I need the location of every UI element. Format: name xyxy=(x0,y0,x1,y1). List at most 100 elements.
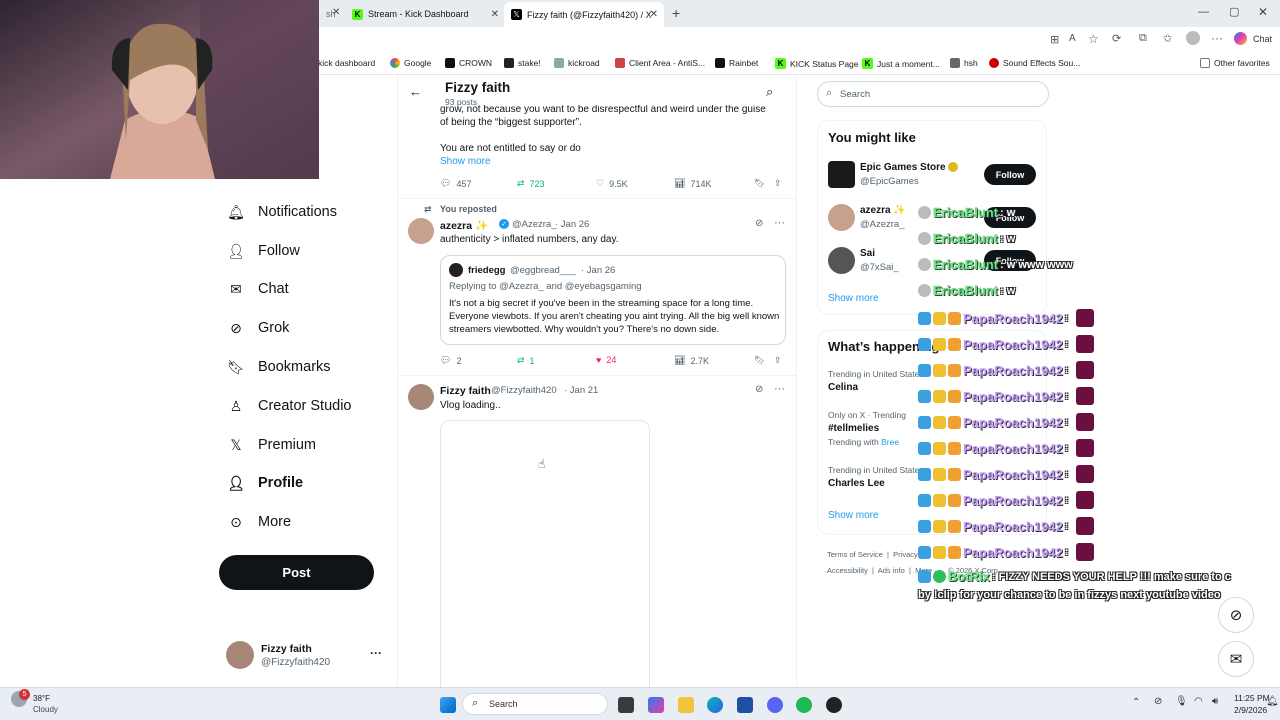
tweet-author-handle[interactable]: @Fizzyfaith420 xyxy=(491,385,557,396)
grok-icon[interactable]: ⊘ xyxy=(755,384,763,395)
show-more-link[interactable]: Show more xyxy=(828,510,879,521)
tweet-author-name[interactable]: Fizzy faith xyxy=(440,385,491,397)
bookmark-item[interactable]: hsh xyxy=(950,58,978,68)
footer-link[interactable]: Accessibility xyxy=(827,566,868,575)
show-more-link[interactable]: Show more xyxy=(828,293,879,304)
nav-creator-studio[interactable]: ♙ Creator Studio xyxy=(228,398,352,415)
spotify-icon[interactable] xyxy=(796,697,812,713)
minimize-button[interactable]: — xyxy=(1198,6,1209,18)
footer-link[interactable]: Privacy xyxy=(893,550,918,559)
bookmark-item[interactable]: Sound Effects Sou... xyxy=(989,58,1080,68)
windows-start-icon[interactable] xyxy=(440,697,456,713)
trend-item[interactable]: Trending in United States Celina xyxy=(828,369,924,393)
read-aloud-icon[interactable]: A xyxy=(1069,33,1076,44)
trend-item[interactable]: Trending in United States Charles Lee xyxy=(828,465,924,489)
nav-profile[interactable]: 👤︎ Profile xyxy=(227,475,303,492)
like-button[interactable]: ♡ 9.5K xyxy=(596,178,628,189)
avatar[interactable] xyxy=(828,204,855,231)
repost-button[interactable]: ⇄ 1 xyxy=(517,355,535,366)
chevron-up-icon[interactable]: ⌃ xyxy=(1132,697,1140,708)
bookmark-item[interactable]: Client Area - AntiS... xyxy=(615,58,705,68)
reply-button[interactable]: 💬︎ 457 xyxy=(440,178,471,189)
network-icon[interactable]: ⊘ xyxy=(1154,696,1162,707)
profile-avatar-icon[interactable] xyxy=(1186,31,1200,45)
views-button[interactable]: 📊︎ 714K xyxy=(674,178,711,189)
copilot-icon[interactable] xyxy=(648,697,664,713)
share-button[interactable]: ⇪ xyxy=(774,355,782,366)
search-input[interactable]: ⌕ Search xyxy=(817,81,1049,107)
avatar[interactable] xyxy=(828,161,855,188)
nav-bookmarks[interactable]: 🔖︎ Bookmarks xyxy=(227,359,330,376)
more-icon[interactable]: ··· xyxy=(370,646,382,660)
follow-button[interactable]: Follow xyxy=(984,164,1036,185)
post-button[interactable]: Post xyxy=(219,555,374,590)
bookmark-item[interactable]: Rainbet xyxy=(715,58,758,68)
clock-date[interactable]: 2/9/2026 xyxy=(1234,705,1267,715)
close-icon[interactable]: ✕ xyxy=(491,9,499,20)
edge-icon[interactable] xyxy=(707,697,723,713)
copilot-icon[interactable] xyxy=(1234,32,1247,45)
suggestion-name[interactable]: azezra ✨ xyxy=(860,205,906,216)
account-switcher[interactable]: Fizzy faith @Fizzyfaith420 ··· xyxy=(226,640,386,672)
copilot-chat-label[interactable]: Chat xyxy=(1253,34,1272,44)
nav-chat[interactable]: ✉︎ Chat xyxy=(228,281,289,298)
tab-kick-dashboard[interactable]: K Stream - Kick Dashboard ✕ xyxy=(345,4,505,24)
tab-x-profile[interactable]: 𝕏 Fizzy faith (@Fizzyfaith420) / X ✕ xyxy=(504,2,664,27)
favorites-icon[interactable]: ✩ xyxy=(1163,32,1172,45)
bookmark-item[interactable]: K KICK Status Page xyxy=(775,58,859,69)
close-icon[interactable]: ✕ xyxy=(650,9,658,20)
favorite-star-icon[interactable]: ☆ xyxy=(1088,32,1099,46)
search-icon[interactable]: ⌕ xyxy=(766,84,773,100)
menu-dots-icon[interactable]: ··· xyxy=(1211,31,1223,45)
task-view-icon[interactable] xyxy=(618,697,634,713)
nav-notifications[interactable]: 🔔︎ Notifications xyxy=(227,204,337,221)
like-button[interactable]: ♥ 24 xyxy=(596,355,616,365)
more-icon[interactable]: ··· xyxy=(774,217,785,229)
quote-tweet[interactable]: friedegg @eggbread___ · Jan 26 Replying … xyxy=(440,255,786,345)
tweet-author-name[interactable]: azezra ✨ xyxy=(440,219,488,232)
suggestion-name[interactable]: Sai xyxy=(860,248,875,259)
footer-link[interactable]: Terms of Service xyxy=(827,550,883,559)
share-button[interactable]: ⇪ xyxy=(774,178,782,189)
views-button[interactable]: 📊︎ 2.7K xyxy=(674,355,709,366)
nav-grok[interactable]: ⊘ Grok xyxy=(228,320,289,337)
bookmark-item[interactable]: stake! xyxy=(504,58,541,68)
microphone-icon[interactable]: 🎙︎ xyxy=(1175,696,1188,707)
split-icon[interactable]: ⧉ xyxy=(1139,32,1147,45)
nav-premium[interactable]: 𝕏 Premium xyxy=(228,437,316,454)
tweet-date[interactable]: · Jan 26 xyxy=(555,219,589,230)
nav-more[interactable]: ⊙ More xyxy=(228,514,291,531)
nav-follow[interactable]: 👤︎ Follow xyxy=(227,243,300,260)
avatar[interactable] xyxy=(408,218,434,244)
grok-icon[interactable]: ⊘ xyxy=(755,218,763,229)
discord-icon[interactable] xyxy=(767,697,783,713)
clock-time[interactable]: 11:25 PM xyxy=(1234,693,1270,703)
avatar[interactable] xyxy=(408,384,434,410)
suggestion-name[interactable]: Epic Games Store xyxy=(860,162,946,173)
bookmark-item[interactable]: Google xyxy=(390,58,431,68)
bookmark-button[interactable]: 🔖︎ xyxy=(754,178,765,189)
bookmark-item[interactable]: kick dashboard xyxy=(318,58,375,68)
app-icon[interactable]: ⊞ xyxy=(1050,33,1059,46)
bookmark-item[interactable]: CROWN xyxy=(445,58,492,68)
show-more-link[interactable]: Show more xyxy=(440,156,491,167)
bookmark-item[interactable]: K Just a moment... xyxy=(862,58,940,69)
footer-link[interactable]: Ads info xyxy=(878,566,905,575)
store-icon[interactable] xyxy=(737,697,753,713)
back-arrow-icon[interactable]: ← xyxy=(409,84,422,99)
file-explorer-icon[interactable] xyxy=(678,697,694,713)
trend-item[interactable]: Only on X · Trending #tellmelies Trendin… xyxy=(828,410,906,447)
extensions-icon[interactable]: ⟳ xyxy=(1112,32,1121,45)
new-tab-button[interactable]: + xyxy=(672,5,680,21)
maximize-button[interactable]: ▢ xyxy=(1229,5,1239,18)
close-icon[interactable]: ✕ xyxy=(332,7,340,18)
reply-button[interactable]: 💬︎ 2 xyxy=(440,355,461,366)
grok-fab[interactable]: ⊘ xyxy=(1218,597,1254,633)
close-window-button[interactable]: ✕ xyxy=(1258,5,1268,19)
taskbar-search[interactable]: ⌕ Search xyxy=(462,693,608,715)
wifi-icon[interactable]: ◠ xyxy=(1194,696,1203,707)
repost-button[interactable]: ⇄ 723 xyxy=(517,178,545,189)
bookmark-item[interactable]: kickroad xyxy=(554,58,600,68)
notification-bell-icon[interactable]: 🔔︎ xyxy=(1266,696,1279,707)
volume-icon[interactable]: 🔊︎ xyxy=(1212,696,1218,707)
